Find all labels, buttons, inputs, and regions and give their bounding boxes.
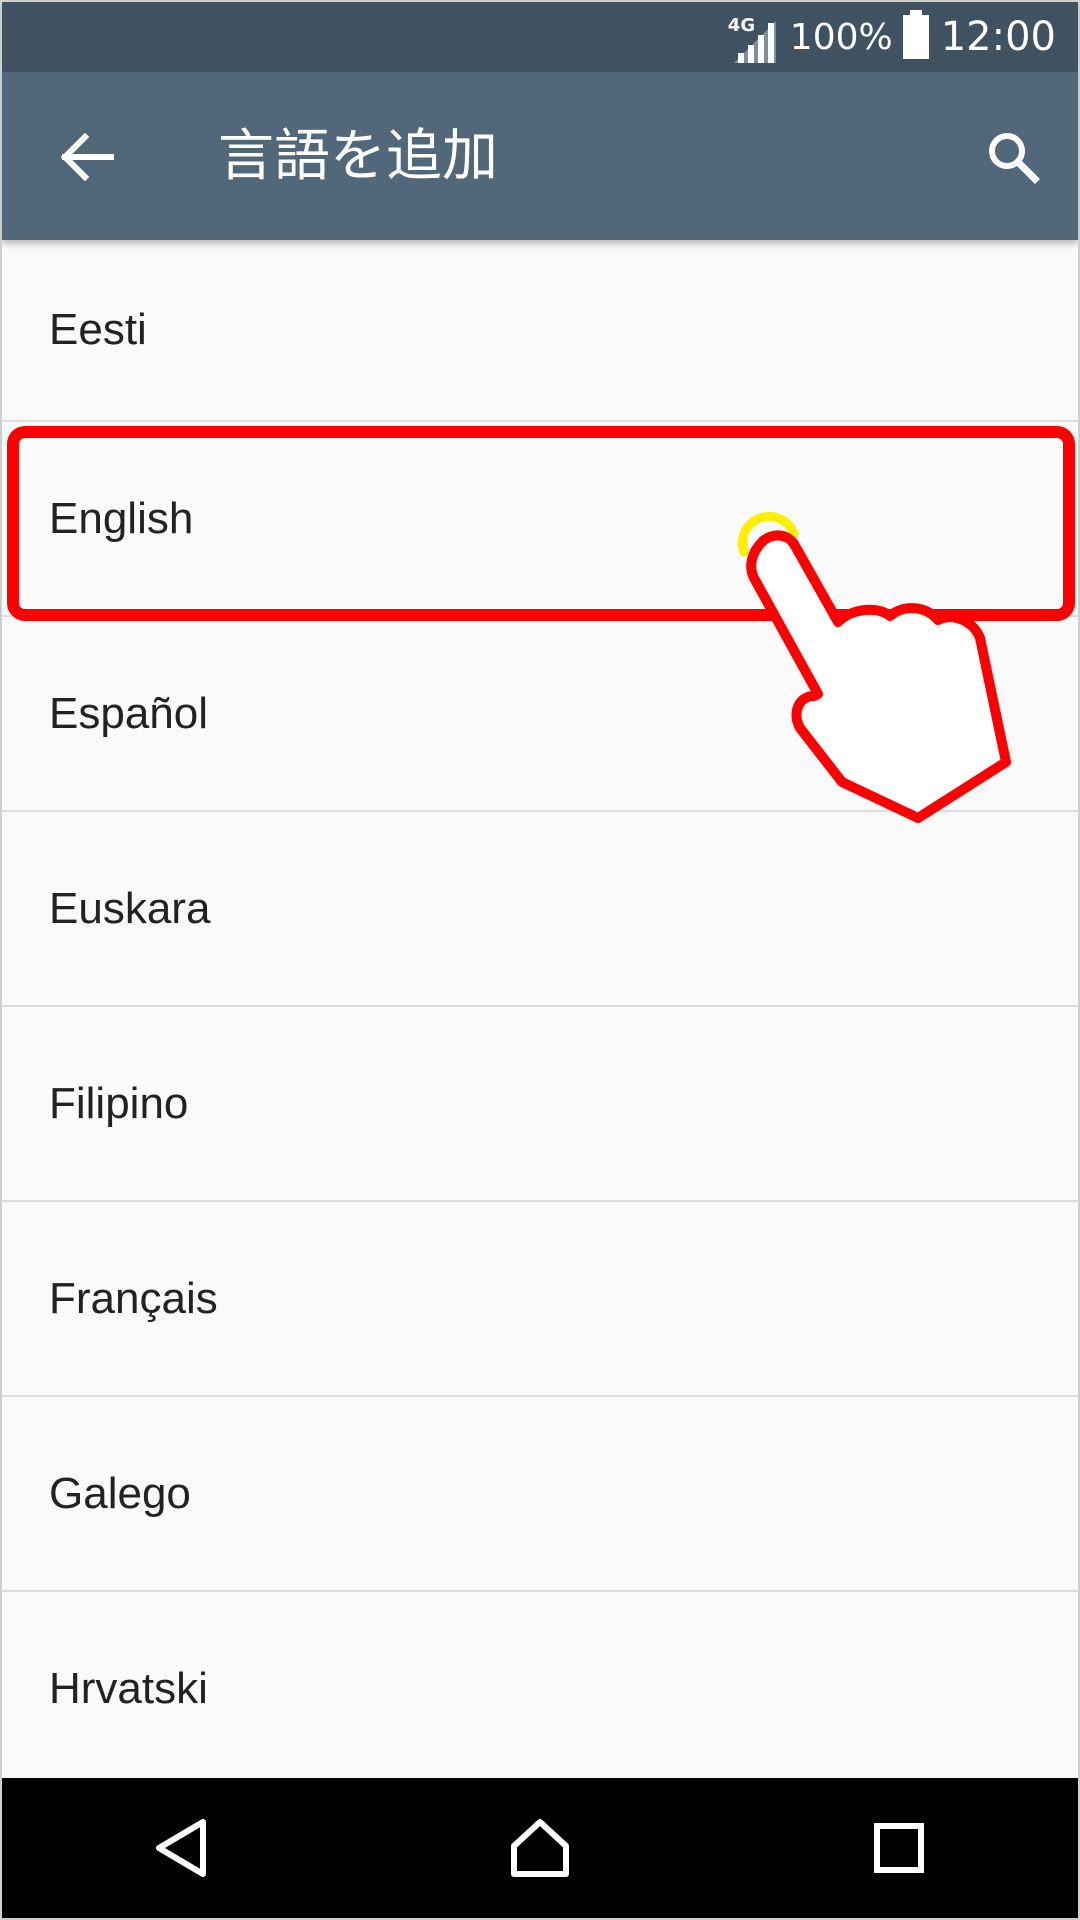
nav-recents-button[interactable] (854, 1803, 944, 1893)
battery-percent: 100% (789, 16, 893, 58)
nav-recents-icon (873, 1823, 924, 1873)
language-item-filipino[interactable]: Filipino (2, 1007, 1078, 1202)
nav-back-button[interactable] (136, 1803, 226, 1893)
language-label: Français (49, 1273, 218, 1323)
language-item-galego[interactable]: Galego (2, 1397, 1078, 1592)
arrow-back-icon (60, 133, 114, 181)
screen: 4G 100% 12:00 言語を追加 Eesti English Españo… (2, 2, 1078, 1918)
language-item-euskara[interactable]: Euskara (2, 812, 1078, 1007)
language-item-espanol[interactable]: Español (2, 617, 1078, 812)
language-label: Filipino (49, 1078, 189, 1128)
back-button[interactable] (52, 122, 122, 192)
status-indicators: 4G 100% 12:00 (728, 2, 1056, 72)
search-icon (989, 133, 1040, 184)
language-item-francais[interactable]: Français (2, 1202, 1078, 1397)
language-item-english[interactable]: English (2, 422, 1078, 617)
language-label: Hrvatski (49, 1663, 208, 1713)
signal-strength-icon (733, 21, 776, 63)
battery-icon (902, 10, 929, 59)
language-label: Eesti (49, 305, 147, 354)
language-item-eesti[interactable]: Eesti (2, 240, 1078, 422)
language-label: English (49, 493, 194, 543)
language-item-hrvatski[interactable]: Hrvatski (2, 1592, 1078, 1787)
nav-home-icon (510, 1819, 569, 1877)
status-bar: 4G 100% 12:00 (2, 2, 1078, 72)
signal-indicator: 4G (728, 9, 780, 65)
search-button[interactable] (978, 122, 1048, 192)
language-label: Galego (49, 1468, 191, 1518)
nav-back-icon (156, 1819, 207, 1877)
language-label: Español (49, 688, 209, 738)
language-list: Eesti English Español Euskara Filipino F… (2, 240, 1078, 1787)
app-bar: 言語を追加 (2, 72, 1078, 240)
page-title: 言語を追加 (218, 124, 498, 189)
navigation-bar (2, 1778, 1078, 1918)
nav-home-button[interactable] (495, 1803, 585, 1893)
language-label: Euskara (49, 883, 211, 933)
clock: 12:00 (940, 14, 1056, 60)
